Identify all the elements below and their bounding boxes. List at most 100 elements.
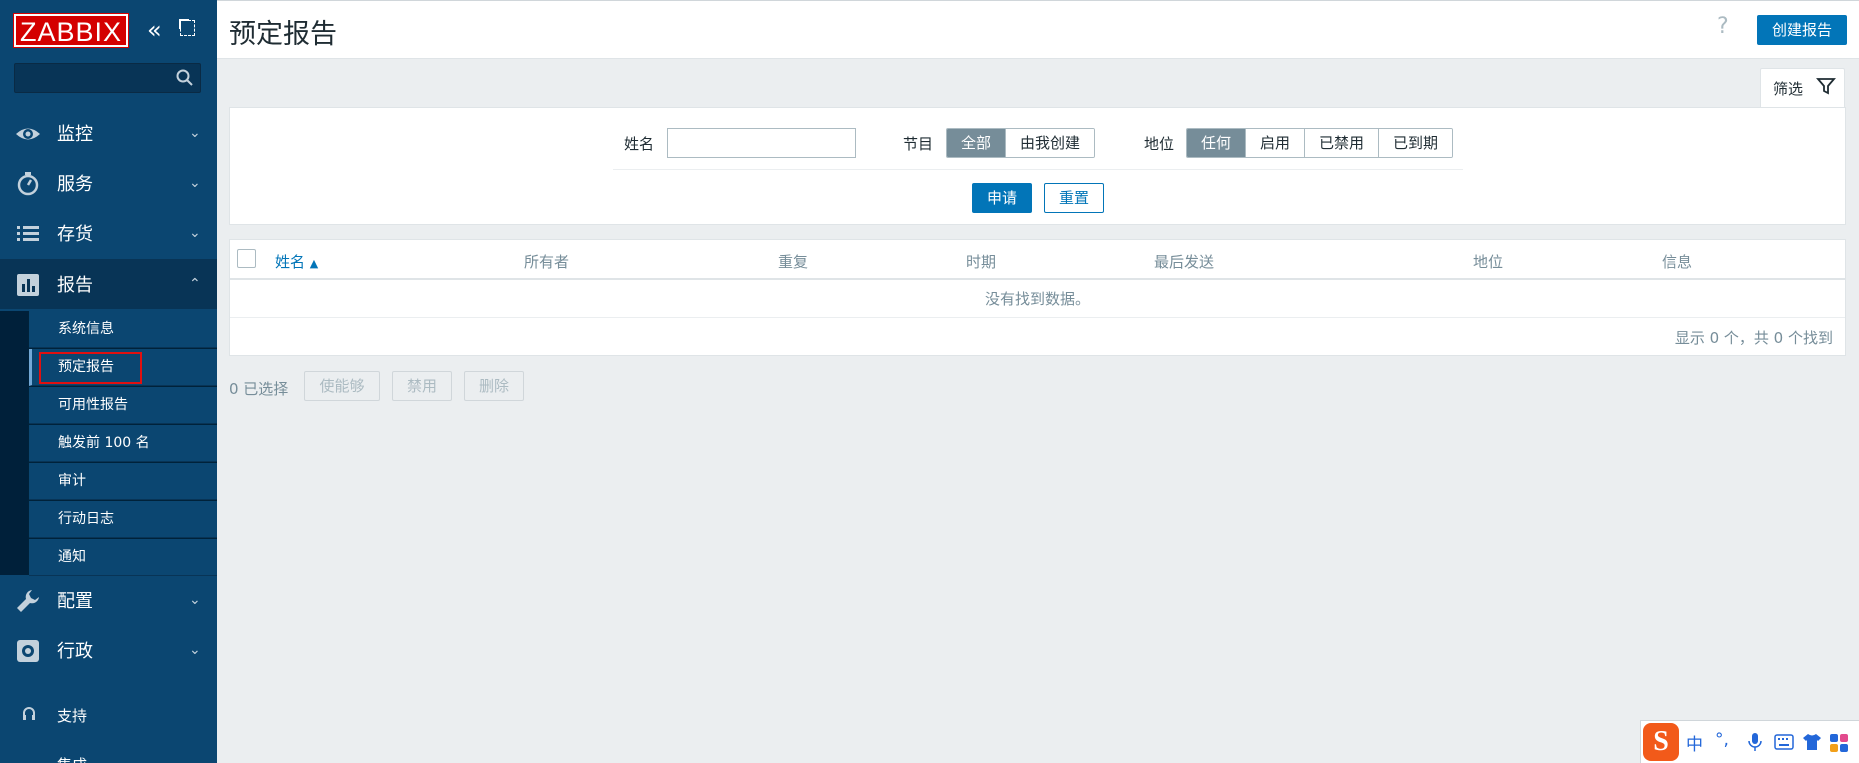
reset-button[interactable]: 重置 [1044,183,1104,213]
nav-administration[interactable]: 行政 ⌄ [0,625,217,675]
table-header: 姓名 ▲ 所有者 重复 时期 最后发送 地位 信息 [230,240,1845,280]
name-label: 姓名 [624,135,655,153]
nav-monitoring[interactable]: 监控 ⌄ [0,108,217,158]
submenu-label: 可用性报告 [58,397,128,413]
chevron-down-icon: ⌄ [189,125,201,141]
zabbix-logo[interactable]: ZABBIX [13,13,129,48]
submenu-label: 行动日志 [58,511,114,527]
status-option-expired[interactable]: 已到期 [1379,129,1453,157]
submenu-system-info[interactable]: 系统信息 [29,311,217,348]
reports-table: 姓名 ▲ 所有者 重复 时期 最后发送 地位 信息 没有找到数据。 显示 0 个… [229,239,1846,356]
filter-tab-label: 筛选 [1773,80,1804,98]
nav-label: 支持 [57,707,88,725]
skin-shirt-icon[interactable] [1802,733,1822,751]
column-info: 信息 [1662,253,1693,271]
submenu-action-log[interactable]: 行动日志 [29,501,217,538]
sort-asc-icon: ▲ [309,257,319,270]
nav-inventory[interactable]: 存货 ⌄ [0,208,217,258]
list-icon [17,226,39,241]
column-status: 地位 [1473,253,1504,271]
gear-icon [17,640,39,662]
chevron-down-icon: ⌄ [189,642,201,658]
show-option-all[interactable]: 全部 [947,129,1007,157]
chevron-up-icon: ⌃ [189,276,201,292]
headset-icon [23,707,35,720]
column-owner: 所有者 [524,253,570,271]
nav-label: 配置 [57,591,93,612]
keyboard-icon[interactable] [1774,734,1794,750]
submenu-top-100-triggers[interactable]: 触发前 100 名 [29,425,217,462]
status-option-any[interactable]: 任何 [1187,129,1247,157]
column-name[interactable]: 姓名 ▲ [275,251,318,272]
filter-panel: 姓名 节目 全部 由我创建 地位 任何 启用 已禁用 已到期 申请 重置 [229,107,1846,225]
show-option-created-by-me[interactable]: 由我创建 [1006,129,1095,157]
select-all-checkbox[interactable] [237,249,256,268]
create-report-button[interactable]: 创建报告 [1757,15,1847,45]
nav-label: 监控 [57,124,93,145]
nav-label: 服务 [57,174,93,195]
show-segmented-control: 全部 由我创建 [946,128,1096,158]
status-segmented-control: 任何 启用 已禁用 已到期 [1186,128,1454,158]
show-label: 节目 [903,135,934,153]
nav-reports[interactable]: 报告 ⌃ [0,259,217,309]
sogou-logo[interactable]: S [1643,723,1679,761]
highlight-box [39,352,142,384]
column-last-sent: 最后发送 [1154,253,1215,271]
sidebar-search-input[interactable] [14,63,201,93]
chevron-down-icon: ⌄ [189,175,201,191]
paging-summary: 显示 0 个，共 0 个找到 [1674,329,1833,347]
disable-button[interactable]: 禁用 [392,371,452,401]
nav-support[interactable]: 支持 [0,700,217,730]
column-label: 姓名 [275,253,306,271]
ime-punctuation-toggle[interactable]: °, [1715,730,1729,750]
chevron-down-icon: ⌄ [189,592,201,608]
submenu-notifications[interactable]: 通知 [29,539,217,576]
status-label: 地位 [1144,135,1175,153]
chevron-down-icon: ⌄ [189,225,201,241]
funnel-icon [1816,78,1836,95]
submenu-label: 审计 [58,473,86,489]
microphone-icon[interactable] [1748,732,1762,752]
stopwatch-icon [17,172,39,196]
selected-count: 0 已选择 [229,380,289,398]
empty-state: 没有找到数据。 [230,280,1845,318]
status-option-enabled[interactable]: 启用 [1246,129,1306,157]
toolbox-grid-icon[interactable] [1829,733,1849,753]
reports-submenu: 系统信息 预定报告 可用性报告 触发前 100 名 审计 行动日志 通知 [0,311,217,576]
nav-label: 集成 [57,754,87,763]
submenu-audit[interactable]: 审计 [29,463,217,500]
page-title: 预定报告 [229,19,337,50]
nav-configuration[interactable]: 配置 ⌄ [0,575,217,625]
column-repeats: 重复 [778,253,809,271]
status-option-disabled[interactable]: 已禁用 [1305,129,1380,157]
submenu-availability-report[interactable]: 可用性报告 [29,387,217,424]
enable-button[interactable]: 使能够 [304,371,380,401]
nav-label: 报告 [57,275,93,296]
eye-icon [16,128,40,140]
delete-button[interactable]: 删除 [464,371,524,401]
submenu-label: 触发前 100 名 [58,435,150,451]
collapse-sidebar-icon[interactable]: « [147,18,162,42]
submenu-scheduled-reports[interactable]: 预定报告 [29,349,217,386]
help-icon[interactable]: ? [1717,14,1729,39]
sidebar: ZABBIX « 监控 ⌄ 服务 ⌄ 存货 ⌄ 报告 ⌃ 系统信息 预定报告 可… [0,0,217,763]
submenu-label: 系统信息 [58,321,114,337]
wrench-icon [17,590,39,612]
column-period: 时期 [966,253,997,271]
nav-services[interactable]: 服务 ⌄ [0,158,217,208]
submenu-label: 通知 [58,549,86,565]
ime-toolbar: S 中 °, [1640,720,1859,763]
kiosk-mode-icon[interactable] [179,19,195,36]
bar-chart-icon [17,274,39,296]
nav-label: 行政 [57,641,93,662]
search-icon[interactable] [176,69,194,87]
nav-integrations[interactable]: 集成 [0,746,217,763]
apply-button[interactable]: 申请 [972,183,1032,213]
nav-label: 存货 [57,224,93,245]
ime-mode-toggle[interactable]: 中 [1686,730,1703,755]
page-header: 预定报告 ? 创建报告 [217,0,1859,59]
name-input[interactable] [667,128,856,158]
filter-tab[interactable]: 筛选 [1760,68,1845,108]
filter-divider [613,169,1463,170]
submenu-indent [0,311,28,575]
